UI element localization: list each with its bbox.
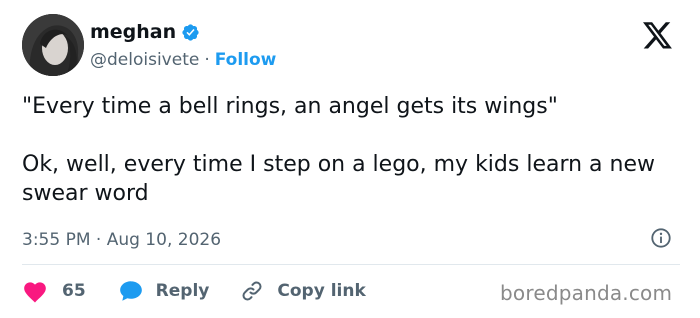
display-name[interactable]: meghan: [90, 21, 176, 43]
copy-link-label: Copy link: [277, 281, 366, 301]
tweet-line-1: "Every time a bell rings, an angel gets …: [22, 94, 558, 119]
reply-label: Reply: [155, 281, 210, 301]
handle-row: @deloisivete · Follow: [90, 48, 276, 72]
x-logo-icon[interactable]: [643, 22, 673, 50]
follow-button[interactable]: Follow: [215, 50, 277, 70]
copy-link-button[interactable]: Copy link: [239, 279, 366, 303]
verified-badge-icon: [181, 23, 200, 42]
tweet-text: "Every time a bell rings, an angel gets …: [22, 92, 682, 208]
avatar[interactable]: [22, 14, 84, 76]
heart-icon[interactable]: [22, 279, 48, 303]
author-name-row: meghan: [90, 19, 200, 45]
tweet-line-2: Ok, well, every time I step on a lego, m…: [22, 152, 656, 206]
tweet-timestamp[interactable]: 3:55 PM · Aug 10, 2026: [22, 229, 221, 251]
action-bar: 65 Reply Copy link: [22, 276, 366, 306]
watermark: boredpanda.com: [500, 281, 673, 305]
divider: [22, 264, 680, 265]
reply-button[interactable]: Reply: [118, 279, 210, 303]
reply-bubble-icon: [118, 279, 144, 303]
link-icon: [239, 279, 265, 303]
info-icon[interactable]: [650, 227, 672, 249]
separator-dot: ·: [204, 50, 210, 70]
like-action[interactable]: 65: [22, 279, 86, 303]
author-handle[interactable]: @deloisivete: [90, 50, 199, 70]
like-count: 65: [62, 281, 86, 301]
